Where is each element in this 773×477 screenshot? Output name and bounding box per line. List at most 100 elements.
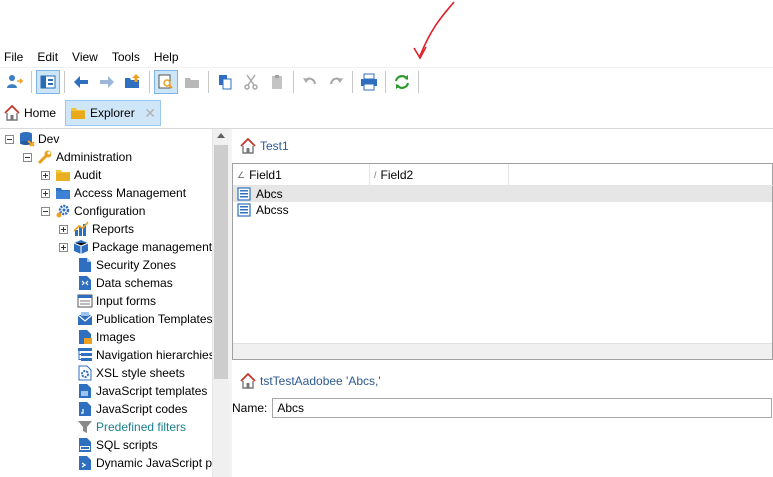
column-label: Field1: [249, 168, 282, 182]
tree-node-access-management[interactable]: Access Management: [41, 184, 186, 202]
document-icon: [79, 258, 91, 272]
tab-home[interactable]: Home: [4, 100, 56, 126]
toolbar-separator: [352, 70, 353, 93]
sort-icon: /: [374, 170, 377, 180]
tree-node-data-schemas[interactable]: Data schemas: [77, 274, 173, 292]
close-icon[interactable]: ✕: [144, 105, 156, 122]
print-button[interactable]: [357, 70, 381, 94]
toolbar-separator: [149, 70, 150, 93]
expand-icon[interactable]: [59, 224, 68, 234]
toolbar-separator: [385, 70, 386, 93]
undo-button[interactable]: [298, 70, 322, 94]
toggle-tree-button[interactable]: [36, 69, 60, 94]
detail-header: tstTestAadobee 'Abcs,': [232, 369, 773, 393]
tree-label: Input forms: [96, 294, 157, 308]
schema-icon: [79, 276, 91, 290]
menu-help[interactable]: Help: [154, 50, 179, 64]
tree-label: Publication Templates: [96, 312, 212, 326]
menu-view[interactable]: View: [72, 50, 98, 64]
tree-label: Navigation hierarchies: [96, 348, 212, 362]
tab-bar: Home Explorer ✕: [0, 97, 773, 129]
column-header-field2[interactable]: / Field2: [370, 164, 509, 186]
toolbar-separator: [64, 70, 65, 93]
tree-node-images[interactable]: Images: [77, 328, 135, 346]
name-field[interactable]: [272, 398, 773, 418]
clipboard-icon: [272, 74, 282, 89]
tree-scrollbar[interactable]: [212, 129, 229, 477]
menu-edit[interactable]: Edit: [37, 50, 58, 64]
redo-button[interactable]: [324, 70, 348, 94]
expand-icon[interactable]: [41, 170, 50, 180]
js-code-icon: [79, 402, 91, 416]
cell-field1: Abcs: [256, 187, 283, 201]
tree-node-dynamic-javascript-pages[interactable]: Dynamic JavaScript pa: [77, 454, 212, 472]
back-button[interactable]: [69, 70, 93, 94]
search-view-button[interactable]: [154, 69, 178, 94]
paste-button[interactable]: [265, 70, 289, 94]
tree-label: XSL style sheets: [96, 366, 185, 380]
tree-node-package-management[interactable]: Package management: [59, 238, 212, 256]
home-icon: [240, 373, 256, 389]
sort-icon: ∠: [237, 169, 246, 180]
form-icon: [77, 294, 93, 308]
folder-icon: [71, 108, 85, 119]
tree-node-input-forms[interactable]: Input forms: [77, 292, 156, 310]
tree-node-configuration[interactable]: Configuration: [41, 202, 145, 220]
column-header-field1[interactable]: ∠ Field1: [233, 164, 370, 186]
copy-button[interactable]: [213, 70, 237, 94]
toolbar-separator: [418, 70, 419, 93]
name-row: Name:: [232, 397, 773, 419]
menu-tools[interactable]: Tools: [112, 50, 140, 64]
grid-header: ∠ Field1 / Field2: [233, 164, 773, 186]
js-template-icon: [79, 384, 91, 398]
toolbar-separator: [208, 70, 209, 93]
login-button[interactable]: [3, 70, 27, 94]
table-row[interactable]: Abcss: [233, 202, 772, 218]
tree-label: SQL scripts: [96, 438, 158, 452]
tab-explorer[interactable]: Explorer ✕: [65, 100, 161, 126]
collapse-icon[interactable]: [23, 152, 32, 162]
grid-footer: [233, 343, 772, 359]
tree-node-navigation-hierarchies[interactable]: Navigation hierarchies: [77, 346, 212, 364]
tree-node-javascript-templates[interactable]: JavaScript templates: [77, 382, 207, 400]
scroll-up-icon[interactable]: [217, 133, 225, 138]
forward-button[interactable]: [95, 70, 119, 94]
dynamic-js-icon: [79, 456, 91, 470]
tree-node-sql-scripts[interactable]: SQL scripts: [77, 436, 158, 454]
tree-node-publication-templates[interactable]: Publication Templates: [77, 310, 212, 328]
folder-button[interactable]: [180, 70, 204, 94]
table-row[interactable]: Abcs: [233, 186, 772, 202]
sql-icon: [79, 438, 91, 452]
tree-node-javascript-codes[interactable]: JavaScript codes: [77, 400, 187, 418]
expand-icon[interactable]: [59, 242, 68, 252]
collapse-icon[interactable]: [41, 206, 50, 216]
tree-label: Administration: [56, 150, 133, 164]
folder-header: Test1: [232, 134, 773, 158]
tree-label: Dev: [38, 132, 60, 146]
tree-node-reports[interactable]: Reports: [59, 220, 134, 238]
tree-node-dev[interactable]: Dev: [5, 130, 59, 148]
redo-icon: [330, 77, 343, 84]
expand-icon[interactable]: [41, 188, 50, 198]
mail-template-icon: [77, 312, 93, 325]
filter-icon: [78, 421, 92, 433]
refresh-button[interactable]: [390, 70, 414, 94]
menu-file[interactable]: File: [4, 50, 23, 64]
tree-node-security-zones[interactable]: Security Zones: [77, 256, 176, 274]
folder-icon: [56, 188, 70, 199]
tree-node-xsl-style-sheets[interactable]: XSL style sheets: [77, 364, 185, 382]
tree-node-administration[interactable]: Administration: [23, 148, 132, 166]
folder-title: Test1: [260, 139, 289, 153]
tree-node-predefined-filters[interactable]: Predefined filters: [77, 418, 186, 436]
tree-label: Security Zones: [96, 258, 177, 272]
cut-button[interactable]: [239, 70, 263, 94]
tree-label: Configuration: [74, 204, 146, 218]
tree-node-audit[interactable]: Audit: [41, 166, 101, 184]
toolbar-separator: [31, 70, 32, 93]
tab-explorer-label: Explorer: [90, 106, 135, 120]
scrollbar-thumb[interactable]: [214, 145, 228, 379]
parent-folder-button[interactable]: [121, 70, 145, 94]
collapse-icon[interactable]: [5, 134, 14, 144]
cell-field1: Abcss: [256, 203, 289, 217]
hierarchy-icon: [78, 348, 92, 361]
